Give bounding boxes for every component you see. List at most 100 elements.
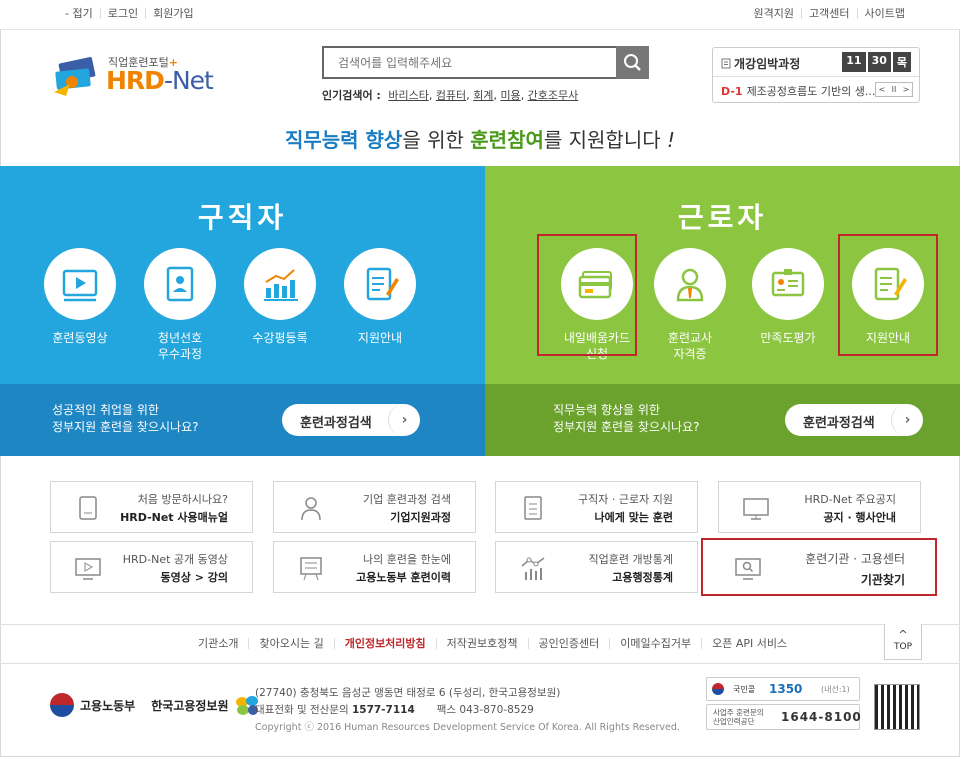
logo-cards-icon <box>54 57 96 96</box>
popular-label: 인기검색어 : <box>322 89 381 102</box>
chart-icon <box>244 248 316 320</box>
keyword-link[interactable]: 바리스타 <box>388 89 428 102</box>
quicklink-find-institution[interactable]: 훈련기관 · 고용센터 기관찾기 <box>701 538 937 596</box>
employer-call-badge: 사업주 훈련문의 산업인력공단 1644-8100 <box>706 704 861 730</box>
pause-button[interactable]: II <box>888 83 900 96</box>
signup-link[interactable]: 회원가입 <box>145 8 200 19</box>
top-button[interactable]: ^ TOP <box>884 624 922 660</box>
call-label: 국민콜 <box>733 685 756 694</box>
quicklink-main: 나에게 맞는 훈련 <box>594 511 674 524</box>
quicklink-sub: HRD-Net 공개 동영상 <box>122 553 228 566</box>
quicklink-match[interactable]: 구직자 · 근로자 지원 나에게 맞는 훈련 <box>495 481 698 533</box>
prev-button[interactable]: < <box>876 83 888 96</box>
government-emblem-icon <box>712 683 724 695</box>
utility-bar: - 접기 로그인 회원가입 원격지원 고객센터 사이트맵 <box>0 0 960 30</box>
quicklink-main: 고용노동부 훈련이력 <box>356 571 451 584</box>
footer-link-privacy[interactable]: 개인정보처리방침 <box>333 638 436 649</box>
keyword-link[interactable]: 컴퓨터 <box>436 89 466 102</box>
quicklink-statistics[interactable]: 직업훈련 개방통계 고용행정통계 <box>495 541 698 593</box>
review-item[interactable]: 수강평등록 <box>230 248 330 346</box>
worker-search-text: 직무능력 향상을 위한 정부지원 훈련을 찾으시나요? <box>553 403 700 434</box>
customer-center-link[interactable]: 고객센터 <box>801 8 856 19</box>
course-search-button[interactable]: 훈련과정검색 › <box>282 404 420 436</box>
checklist-icon <box>524 496 542 520</box>
footer-link-open-api[interactable]: 오픈 API 서비스 <box>701 638 797 649</box>
worker-search-bar: 직무능력 향상을 위한 정부지원 훈련을 찾으시나요? 훈련과정검색 › <box>485 384 960 456</box>
book-icon <box>79 496 97 520</box>
quicklink-sub: 직업훈련 개방통계 <box>588 553 673 566</box>
ministry-name: 고용노동부 <box>80 698 136 713</box>
footer-link-location[interactable]: 찾아오시는 길 <box>248 638 333 649</box>
date-month: 11 <box>842 52 866 72</box>
highlight-box <box>537 234 637 356</box>
hrd-net-logo[interactable]: 직업훈련포털+ HRD-Net <box>50 52 220 98</box>
quicklink-sub: HRD-Net 주요공지 <box>804 493 896 506</box>
quicklink-video[interactable]: HRD-Net 공개 동영상 동영상 > 강의 <box>50 541 253 593</box>
quicklink-sub: 훈련기관 · 고용센터 <box>805 552 905 566</box>
sitemap-link[interactable]: 사이트맵 <box>856 8 912 19</box>
quicklink-main: 동영상 > 강의 <box>160 571 228 584</box>
monitor-play-icon <box>75 558 101 580</box>
quicklink-sub: 기업 훈련과정 검색 <box>363 493 451 506</box>
support-guide-item[interactable]: 지원안내 <box>330 248 430 346</box>
next-button[interactable]: > <box>900 83 912 96</box>
footer-link-cert-center[interactable]: 공인인증센터 <box>527 638 610 649</box>
circle-label: 훈련교사 자격증 <box>667 331 713 361</box>
quicklink-sub: 구직자 · 근로자 지원 <box>578 493 673 506</box>
keyword-link[interactable]: 간호조무사 <box>528 89 579 102</box>
chevron-right-icon: › <box>388 404 420 436</box>
highlight-box <box>838 234 938 356</box>
jobseeker-title: 구직자 <box>197 201 288 234</box>
call-number: 1350 <box>769 682 803 696</box>
call-extension: (내선:1) <box>821 685 850 694</box>
quicklink-main: 공지 · 행사안내 <box>823 511 896 524</box>
keis-name: 한국고용정보원 <box>151 698 229 713</box>
quicklink-manual[interactable]: 처음 방문하시나요? HRD-Net 사용매뉴얼 <box>50 481 253 533</box>
search-input[interactable] <box>324 48 614 77</box>
id-card-icon <box>752 248 824 320</box>
logo-title: HRD-Net <box>106 66 214 95</box>
upcoming-date: 11 30 목 <box>842 52 911 72</box>
address-line: (27740) 충청북도 음성군 맹동면 태정로 6 (두성리, 한국고용정보원… <box>255 687 561 699</box>
quicklink-notice[interactable]: HRD-Net 주요공지 공지 · 행사안내 <box>718 481 921 533</box>
clipboard-pencil-icon <box>344 248 416 320</box>
quicklink-main: HRD-Net 사용매뉴얼 <box>120 511 228 524</box>
footer-address: (27740) 충청북도 음성군 맹동면 태정로 6 (두성리, 한국고용정보원… <box>255 685 680 736</box>
collapse-link[interactable]: - 접기 <box>58 8 100 19</box>
utility-right: 원격지원 고객센터 사이트맵 <box>747 8 912 19</box>
footer-link-email-refusal[interactable]: 이메일수집거부 <box>609 638 701 649</box>
footer-link-copyright[interactable]: 저작권보호정책 <box>435 638 528 649</box>
quicklink-main: 고용행정통계 <box>612 571 673 584</box>
keyword-link[interactable]: 회계 <box>473 89 493 102</box>
popular-keywords: 인기검색어 : 바리스타, 컴퓨터, 회계, 미용, 간호조무사 <box>322 89 579 102</box>
document-icon <box>721 58 731 69</box>
keyword-link[interactable]: 미용 <box>500 89 520 102</box>
qr-code-icon[interactable] <box>874 684 920 730</box>
circle-label: 훈련동영상 <box>52 331 108 345</box>
footer-links: 기관소개 찾아오시는 길 개인정보처리방침 저작권보호정책 공인인증센터 이메일… <box>188 638 797 649</box>
monitor-search-icon <box>735 558 761 580</box>
jobseeker-search-text: 성공적인 취업을 위한 정부지원 훈련을 찾으시나요? <box>52 403 199 434</box>
quicklink-company[interactable]: 기업 훈련과정 검색 기업지원과정 <box>273 481 476 533</box>
login-link[interactable]: 로그인 <box>99 8 145 19</box>
satisfaction-item[interactable]: 만족도평가 <box>738 248 838 346</box>
upcoming-courses-box: 개강임박과정 11 30 목 D-1 제조공정흐름도 기반의 생... < II … <box>712 47 920 103</box>
trainer-cert-item[interactable]: 훈련교사 자격증 <box>640 248 740 362</box>
footer-logos: 고용노동부 한국고용정보원 <box>50 693 260 717</box>
search-box <box>322 46 649 79</box>
worker-course-search-button[interactable]: 훈련과정검색 › <box>785 404 923 436</box>
video-icon <box>44 248 116 320</box>
call-label: 사업주 훈련문의 산업인력공단 <box>713 708 764 726</box>
carousel-controls: < II > <box>875 82 913 97</box>
youth-course-item[interactable]: 청년선호 우수과정 <box>130 248 230 362</box>
search-button[interactable] <box>616 46 649 79</box>
quicklink-main: 기업지원과정 <box>390 511 451 524</box>
utility-left: - 접기 로그인 회원가입 <box>58 8 201 19</box>
quicklink-history[interactable]: 나의 훈련을 한눈에 고용노동부 훈련이력 <box>273 541 476 593</box>
worker-title: 근로자 <box>677 201 768 234</box>
remote-support-link[interactable]: 원격지원 <box>747 8 801 19</box>
upcoming-course-item[interactable]: D-1 제조공정흐름도 기반의 생... <box>721 83 876 99</box>
circle-label: 수강평등록 <box>252 331 308 345</box>
training-video-item[interactable]: 훈련동영상 <box>30 248 130 346</box>
footer-link-about[interactable]: 기관소개 <box>188 638 248 649</box>
